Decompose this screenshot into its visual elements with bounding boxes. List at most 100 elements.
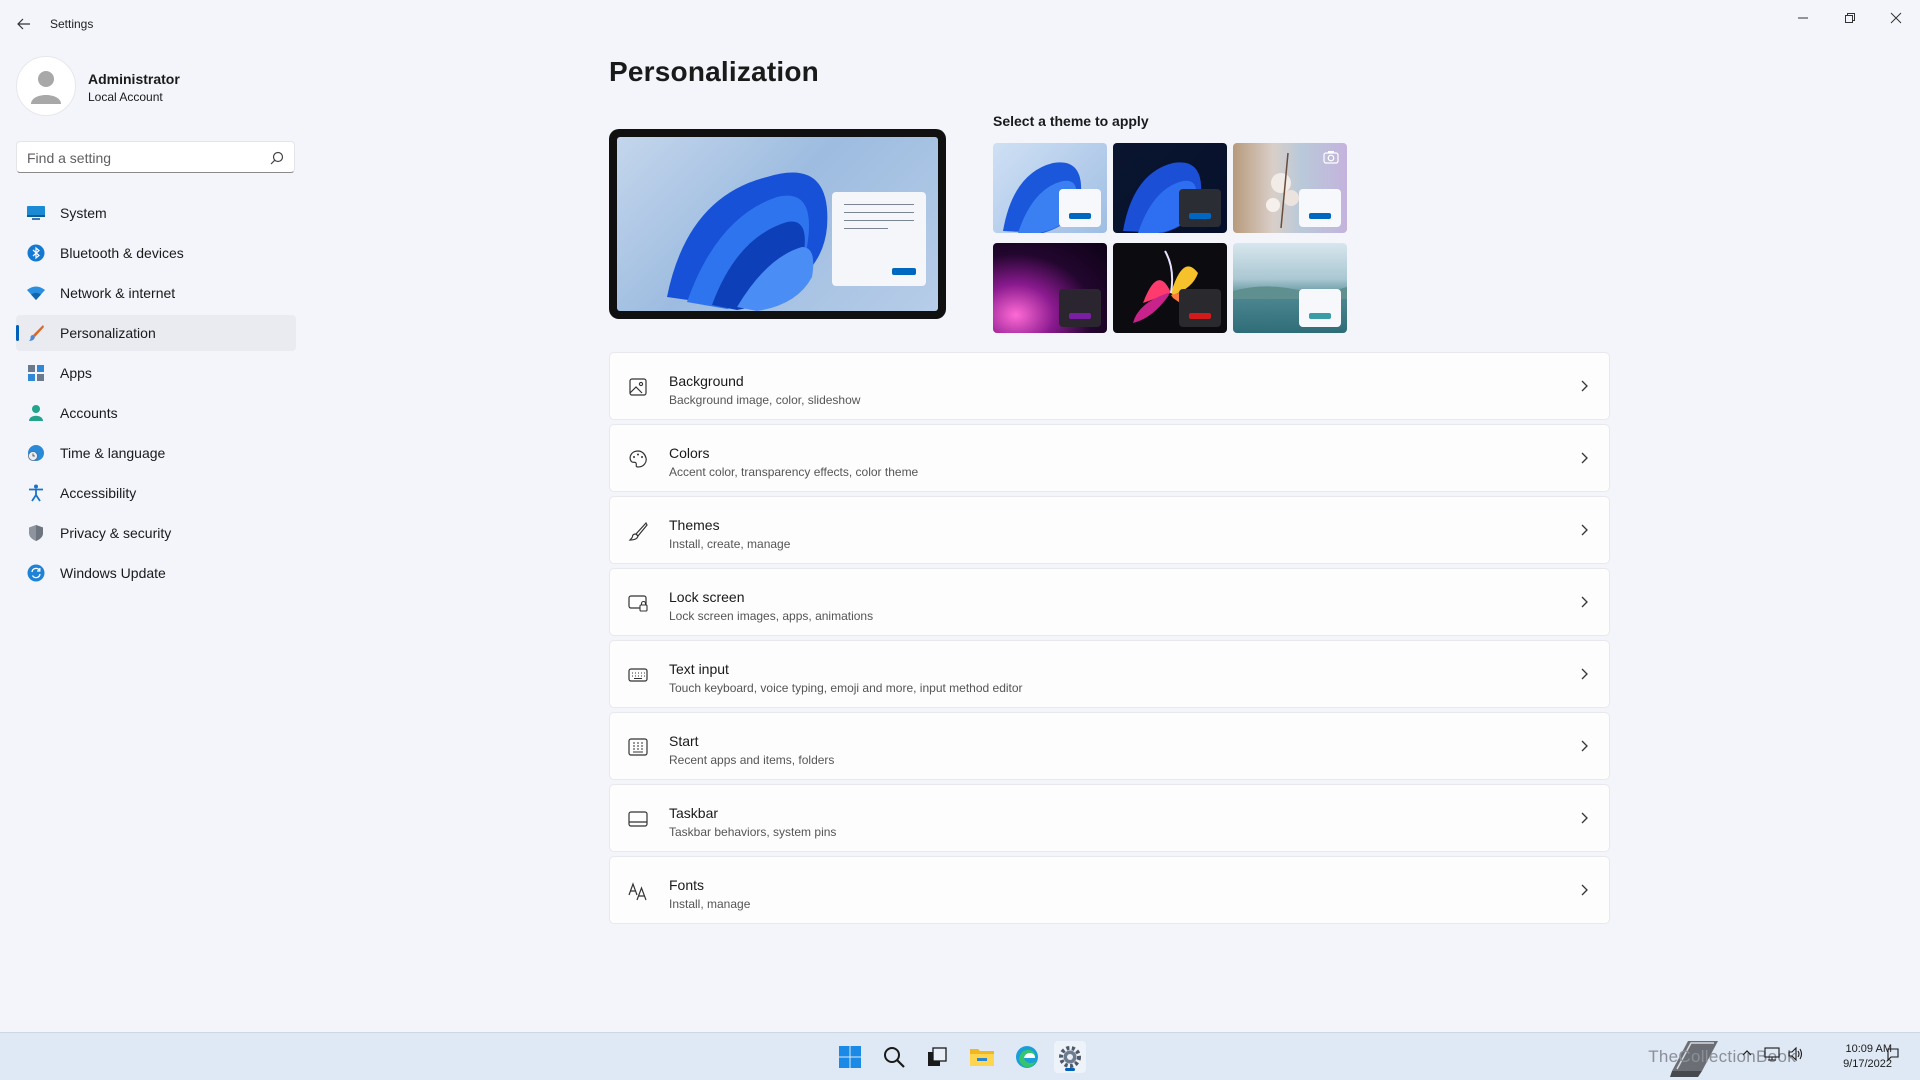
- chevron-right-icon: [1581, 812, 1588, 824]
- sidebar-nav: System Bluetooth & devices Network & int…: [16, 195, 296, 595]
- sidebar-item-windows-update[interactable]: Windows Update: [16, 555, 296, 591]
- arrow-left-icon: [17, 18, 30, 30]
- sidebar-item-apps[interactable]: Apps: [16, 355, 296, 391]
- chevron-right-icon: [1581, 380, 1588, 392]
- sidebar-item-bluetooth[interactable]: Bluetooth & devices: [16, 235, 296, 271]
- theme-windows-light[interactable]: [993, 143, 1107, 233]
- title-bar: Settings: [0, 0, 1920, 48]
- setting-subtitle: Touch keyboard, voice typing, emoji and …: [669, 681, 1023, 695]
- theme-captured-motion[interactable]: [1113, 243, 1227, 333]
- sidebar-item-network[interactable]: Network & internet: [16, 275, 296, 311]
- chevron-right-icon: [1581, 740, 1588, 752]
- sidebar-item-label: Accessibility: [60, 485, 137, 501]
- sidebar-item-label: Windows Update: [60, 565, 166, 581]
- notification-button[interactable]: [1886, 1047, 1900, 1064]
- camera-icon: [1323, 151, 1339, 164]
- start-menu-icon: [628, 738, 648, 756]
- sidebar-item-personalization[interactable]: Personalization: [16, 315, 296, 351]
- sidebar-item-label: Accounts: [60, 405, 118, 421]
- setting-title: Themes: [669, 517, 720, 533]
- settings-taskbar-button[interactable]: [1054, 1041, 1086, 1073]
- preview-window: [832, 192, 926, 286]
- setting-background[interactable]: Background Background image, color, slid…: [609, 352, 1610, 420]
- clock-date: 9/17/2022: [1843, 1058, 1892, 1070]
- chevron-right-icon: [1581, 668, 1588, 680]
- sidebar-item-accounts[interactable]: Accounts: [16, 395, 296, 431]
- avatar: [16, 56, 76, 116]
- theme-windows-dark[interactable]: [1113, 143, 1227, 233]
- file-explorer-button[interactable]: [966, 1041, 998, 1073]
- theme-preview: [609, 129, 946, 319]
- taskbar-clock[interactable]: 10:09 AM 9/17/2022: [1843, 1042, 1892, 1072]
- setting-subtitle: Recent apps and items, folders: [669, 753, 835, 767]
- network-icon: [1764, 1047, 1780, 1061]
- edge-browser-button[interactable]: [1011, 1041, 1043, 1073]
- sync-icon: [26, 563, 46, 583]
- setting-title: Taskbar: [669, 805, 719, 821]
- task-view-button[interactable]: [921, 1041, 953, 1073]
- chevron-right-icon: [1581, 596, 1588, 608]
- sidebar-item-system[interactable]: System: [16, 195, 296, 231]
- setting-text-input[interactable]: Text input Touch keyboard, voice typing,…: [609, 640, 1610, 708]
- theme-preview-screen: [617, 137, 938, 311]
- setting-title: Text input: [669, 661, 729, 677]
- search-icon: [884, 1047, 905, 1068]
- setting-title: Colors: [669, 445, 710, 461]
- back-button[interactable]: [14, 14, 34, 34]
- minimize-button[interactable]: [1781, 4, 1825, 32]
- sidebar-item-label: System: [60, 205, 107, 221]
- speaker-icon: [1788, 1046, 1803, 1062]
- page-title: Personalization: [609, 56, 819, 87]
- volume-tray-button[interactable]: [1788, 1046, 1804, 1064]
- theme-glow[interactable]: [993, 243, 1107, 333]
- setting-title: Start: [669, 733, 699, 749]
- setting-lock-screen[interactable]: Lock screen Lock screen images, apps, an…: [609, 568, 1610, 636]
- tray-overflow-button[interactable]: [1741, 1047, 1753, 1062]
- close-button[interactable]: [1874, 4, 1918, 32]
- restore-button[interactable]: [1828, 4, 1872, 32]
- profile-name: Administrator: [88, 71, 180, 87]
- sidebar-item-privacy-security[interactable]: Privacy & security: [16, 515, 296, 551]
- person-avatar-icon: [31, 71, 61, 104]
- sidebar-item-time-language[interactable]: Time & language: [16, 435, 296, 471]
- apps-icon: [26, 363, 46, 383]
- setting-subtitle: Background image, color, slideshow: [669, 393, 861, 407]
- brush-icon: [26, 323, 46, 343]
- network-tray-button[interactable]: [1764, 1047, 1780, 1064]
- profile-account-type: Local Account: [88, 90, 163, 104]
- setting-subtitle: Lock screen images, apps, animations: [669, 609, 874, 623]
- setting-taskbar[interactable]: Taskbar Taskbar behaviors, system pins: [609, 784, 1610, 852]
- active-indicator: [1065, 1068, 1075, 1071]
- user-profile[interactable]: Administrator Local Account: [16, 56, 296, 120]
- start-button[interactable]: [834, 1041, 866, 1073]
- gear-icon: [1059, 1046, 1081, 1068]
- globe-clock-icon: [26, 443, 46, 463]
- setting-start[interactable]: Start Recent apps and items, folders: [609, 712, 1610, 780]
- sidebar-item-accessibility[interactable]: Accessibility: [16, 475, 296, 511]
- sidebar-item-label: Network & internet: [60, 285, 176, 301]
- sidebar-item-label: Personalization: [60, 325, 156, 341]
- search-box: [16, 141, 295, 173]
- theme-flow[interactable]: [1233, 243, 1347, 333]
- theme-picker-label: Select a theme to apply: [993, 113, 1149, 129]
- sidebar-item-label: Apps: [60, 365, 92, 381]
- shield-icon: [26, 523, 46, 543]
- theme-spotlight[interactable]: [1233, 143, 1347, 233]
- minimize-icon: [1798, 17, 1808, 19]
- setting-fonts[interactable]: Fonts Install, manage: [609, 856, 1610, 924]
- taskbar-search-button[interactable]: [878, 1041, 910, 1073]
- task-view-icon: [928, 1047, 947, 1066]
- setting-themes[interactable]: Themes Install, create, manage: [609, 496, 1610, 564]
- wifi-icon: [26, 283, 46, 303]
- app-title: Settings: [50, 17, 94, 31]
- monitor-icon: [26, 203, 46, 223]
- setting-title: Background: [669, 373, 744, 389]
- search-input[interactable]: [27, 148, 267, 168]
- setting-subtitle: Accent color, transparency effects, colo…: [669, 465, 919, 479]
- setting-colors[interactable]: Colors Accent color, transparency effect…: [609, 424, 1610, 492]
- theme-grid: [993, 143, 1353, 333]
- search-icon[interactable]: [270, 151, 284, 165]
- edge-icon: [1016, 1046, 1038, 1068]
- setting-title: Fonts: [669, 877, 705, 893]
- palette-icon: [629, 450, 647, 468]
